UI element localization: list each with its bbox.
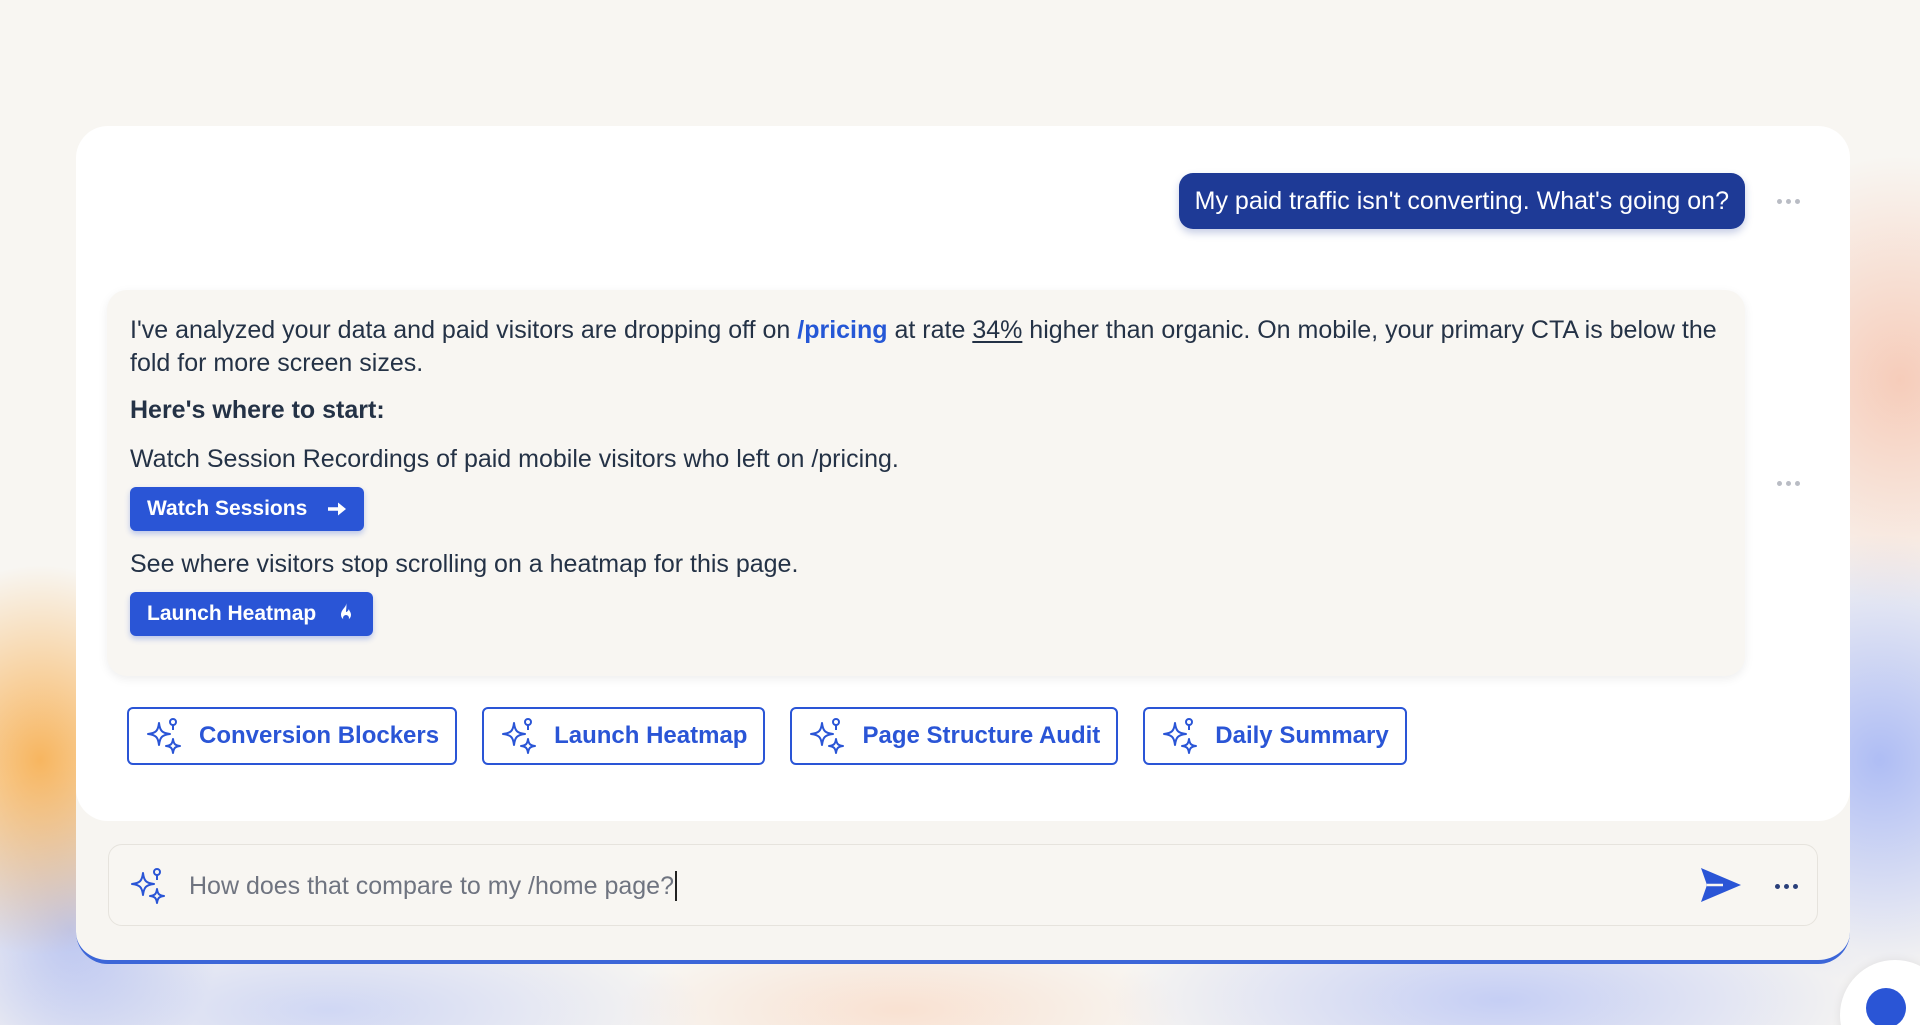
chat-thread: My paid traffic isn't converting. What's… xyxy=(76,126,1850,821)
assistant-message-more-icon[interactable] xyxy=(1777,481,1800,486)
launch-heatmap-button[interactable]: Launch Heatmap xyxy=(130,592,374,636)
assistant-intro-text: I've analyzed your data and paid visitor… xyxy=(130,316,1717,377)
sparkle-icon xyxy=(1161,717,1201,755)
suggestion-chips: Conversion Blockers Launch Heatmap Page … xyxy=(127,707,1407,765)
suggestion-launch-heatmap[interactable]: Launch Heatmap xyxy=(482,707,766,765)
suggestion-conversion-blockers[interactable]: Conversion Blockers xyxy=(127,707,458,765)
user-message-row: My paid traffic isn't converting. What's… xyxy=(76,173,1850,229)
suggestion-page-structure-audit[interactable]: Page Structure Audit xyxy=(790,707,1119,765)
arrow-right-icon xyxy=(327,501,347,517)
sparkle-icon xyxy=(145,717,185,755)
suggestion-label: Daily Summary xyxy=(1215,722,1389,749)
sparkle-icon xyxy=(500,717,540,755)
watch-sessions-label: Watch Sessions xyxy=(147,497,308,520)
suggestion-daily-summary[interactable]: Daily Summary xyxy=(1143,707,1407,765)
drop-off-stat: 34% xyxy=(972,316,1023,344)
user-message-more-icon[interactable] xyxy=(1777,199,1800,204)
flame-icon xyxy=(336,602,356,626)
user-message-bubble: My paid traffic isn't converting. What's… xyxy=(1178,173,1745,229)
send-icon[interactable] xyxy=(1699,866,1743,909)
message-composer[interactable]: How does that compare to my /home page? xyxy=(108,844,1818,926)
help-launcher-icon xyxy=(1866,988,1906,1025)
step-text-heatmap: See where visitors stop scrolling on a h… xyxy=(130,550,799,578)
suggestion-label: Conversion Blockers xyxy=(199,722,440,749)
launch-heatmap-label: Launch Heatmap xyxy=(147,602,317,625)
suggestion-label: Page Structure Audit xyxy=(862,722,1101,749)
step-text-sessions: Watch Session Recordings of paid mobile … xyxy=(130,445,899,473)
assistant-message: I've analyzed your data and paid visitor… xyxy=(107,290,1745,676)
more-horizontal-icon[interactable] xyxy=(1775,884,1798,889)
assistant-heading: Here's where to start: xyxy=(130,396,385,424)
suggestion-label: Launch Heatmap xyxy=(554,722,748,749)
help-launcher-button[interactable] xyxy=(1840,960,1920,1025)
message-input[interactable]: How does that compare to my /home page? xyxy=(189,845,677,927)
sparkle-icon xyxy=(808,717,848,755)
pricing-link[interactable]: /pricing xyxy=(797,316,887,344)
watch-sessions-button[interactable]: Watch Sessions xyxy=(130,487,365,531)
sparkle-icon xyxy=(129,867,169,910)
message-input-value: How does that compare to my /home page? xyxy=(189,872,674,900)
text-caret xyxy=(675,871,677,901)
